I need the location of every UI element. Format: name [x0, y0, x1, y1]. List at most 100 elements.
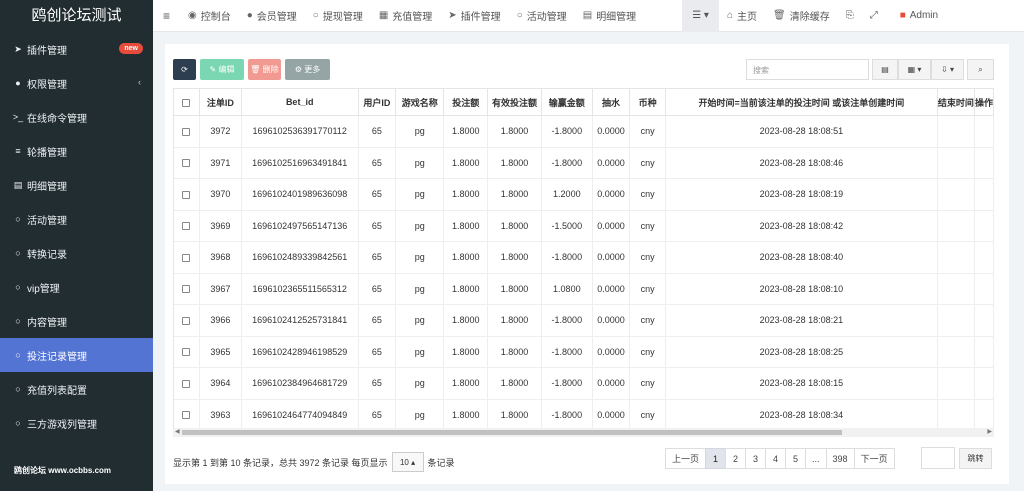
sidebar-item-10[interactable]: ○ 充值列表配置 — [0, 372, 153, 406]
table-row[interactable]: 3970 1696102401989636098 65 pg 1.8000 1.8000 1… — [174, 178, 994, 211]
more-button[interactable]: ⚙ 更多 — [285, 59, 330, 80]
table-cell: 1.0800 — [541, 273, 593, 305]
table-row[interactable]: 3968 1696102489339842561 65 pg 1.8000 1.8000-… — [174, 241, 994, 274]
row-checkbox[interactable] — [182, 285, 191, 294]
row-checkbox[interactable] — [182, 127, 191, 136]
page-button[interactable]: ... — [805, 448, 827, 469]
row-checkbox[interactable] — [182, 222, 191, 231]
row-checkbox[interactable] — [182, 348, 191, 357]
sidebar-item-0[interactable]: ➤ 插件管理 new — [0, 32, 153, 66]
home-link[interactable]: ⌂ 主页 — [719, 0, 765, 32]
column-header[interactable]: 币种 — [629, 88, 666, 116]
table-row[interactable]: 3963 1696102464774094849 65 pg 1.8000 1.8000-… — [174, 399, 994, 428]
table-cell: 1.8000 — [487, 178, 542, 211]
top-nav-item-2[interactable]: ○ 提现管理 — [305, 0, 371, 32]
top-nav-item-5[interactable]: ○ 活动管理 — [509, 0, 575, 32]
list-menu-button[interactable]: ☰ ▾ — [682, 0, 719, 32]
column-header[interactable]: 有效投注额 — [487, 88, 542, 116]
table-row[interactable]: 3969 1696102497565147136 65 pg 1.8000 1.8000-… — [174, 210, 994, 242]
row-select-cell — [174, 336, 200, 368]
sidebar-item-5[interactable]: ○ 活动管理 — [0, 202, 153, 236]
language-button[interactable]: ⎘ — [838, 0, 862, 32]
top-nav-item-0[interactable]: ◉ 控制台 — [180, 0, 239, 32]
scroll-left-icon[interactable]: ◀ — [175, 428, 180, 437]
page-button[interactable]: 2 — [725, 448, 747, 469]
sidebar-item-6[interactable]: ○ 转换记录 — [0, 236, 153, 270]
table-cell: 1696102365511565312 — [241, 273, 359, 305]
export-button[interactable]: ⇩ ▾ — [931, 59, 964, 80]
row-checkbox[interactable] — [182, 190, 191, 199]
table-row[interactable]: 3967 1696102365511565312 65 pg 1.8000 1.8000 1… — [174, 273, 994, 305]
table-cell: 65 — [358, 210, 397, 242]
column-header[interactable]: 游戏名称 — [395, 88, 445, 116]
sidebar-item-3[interactable]: ≡ 轮播管理 — [0, 134, 153, 168]
sidebar-item-icon: ○ — [15, 316, 21, 326]
table-row[interactable]: 3971 1696102516963491841 65 pg 1.8000 1.8000-… — [174, 147, 994, 179]
page-size-select[interactable]: 10 ▴ — [391, 452, 424, 472]
page-button[interactable]: 1 — [705, 448, 727, 469]
page-button[interactable]: 398 — [825, 448, 855, 469]
sidebar-item-2[interactable]: >_ 在线命令管理 — [0, 100, 153, 134]
row-checkbox[interactable] — [182, 316, 191, 325]
sidebar-item-9[interactable]: ○ 投注记录管理 — [0, 338, 153, 372]
select-all-checkbox[interactable] — [182, 98, 191, 107]
search-toggle-button[interactable]: ⌕ — [967, 59, 994, 80]
table-row[interactable]: 3965 1696102428946198529 65 pg 1.8000 1.8000-… — [174, 336, 994, 368]
column-header[interactable]: 输赢金额 — [541, 88, 593, 116]
top-nav-item-3[interactable]: ▦ 充值管理 — [371, 0, 440, 32]
column-view-button[interactable]: ▤ — [872, 59, 898, 80]
next-page-button[interactable]: 下一页 — [853, 448, 895, 469]
row-checkbox[interactable] — [182, 253, 191, 262]
table-cell: cny — [629, 241, 666, 274]
row-checkbox[interactable] — [182, 159, 191, 168]
prev-page-button[interactable]: 上一页 — [665, 448, 707, 469]
column-header[interactable]: 结束时间 — [937, 88, 975, 116]
horizontal-scrollbar[interactable]: ◀ ▶ — [173, 428, 994, 437]
search-input[interactable]: 搜索 — [746, 59, 869, 80]
admin-user-menu[interactable]: ■ Admin — [886, 0, 946, 32]
top-nav-label: 会员管理 — [256, 12, 297, 23]
row-select-cell — [174, 367, 200, 400]
clear-cache-button[interactable]: 🗑 清除缓存 — [765, 0, 838, 32]
delete-button[interactable]: 🗑 删除 — [248, 59, 281, 80]
top-nav-item-4[interactable]: ➤ 插件管理 — [440, 0, 508, 32]
edit-button[interactable]: ✎ 编辑 — [200, 59, 244, 80]
page-button[interactable]: 4 — [765, 448, 787, 469]
scroll-right-icon[interactable]: ▶ — [987, 428, 992, 437]
column-header[interactable]: 开始时间=当前该注单的投注时间 或该注单创建时间 — [665, 88, 938, 116]
row-select-cell — [174, 241, 200, 274]
column-header[interactable]: 抽水 — [592, 88, 631, 116]
scrollbar-thumb[interactable] — [182, 430, 842, 435]
sidebar-item-7[interactable]: ○ vip管理 — [0, 270, 153, 304]
column-header[interactable]: 投注额 — [443, 88, 489, 116]
page-scrollbar[interactable] — [1016, 32, 1024, 491]
sidebar-item-4[interactable]: ▤ 明细管理 — [0, 168, 153, 202]
column-header[interactable]: 注单ID — [199, 88, 242, 116]
table-row[interactable]: 3972 1696102536391770112 65 pg 1.8000 1.8000-… — [174, 115, 994, 148]
top-nav-item-1[interactable]: ● 会员管理 — [239, 0, 305, 32]
page-button[interactable]: 3 — [745, 448, 767, 469]
column-header[interactable]: 用户ID — [358, 88, 397, 116]
row-checkbox[interactable] — [182, 411, 191, 420]
table-row[interactable]: 3966 1696102412525731841 65 pg 1.8000 1.8000-… — [174, 304, 994, 337]
end-time-cell — [937, 399, 975, 428]
table-cell: 3967 — [199, 273, 242, 305]
sidebar-item-label: 插件管理 — [27, 45, 67, 57]
table-cell: 65 — [358, 115, 397, 148]
refresh-button[interactable]: ⟳ — [173, 59, 196, 80]
column-header[interactable]: Bet_id — [241, 88, 359, 116]
top-nav-item-6[interactable]: ▤ 明细管理 — [575, 0, 644, 32]
menu-toggle-button[interactable]: ≡ — [153, 0, 180, 32]
sidebar-item-11[interactable]: ○ 三方游戏列管理 — [0, 406, 153, 440]
grid-toggle-button[interactable]: ▦ ▾ — [898, 59, 931, 80]
jump-button[interactable]: 跳转 — [959, 448, 992, 469]
jump-page-input[interactable] — [921, 447, 955, 469]
column-header[interactable]: 操作 — [974, 88, 994, 116]
sidebar-item-1[interactable]: ● 权限管理 ‹ — [0, 66, 153, 100]
row-checkbox[interactable] — [182, 379, 191, 388]
pagination-info: 显示第 1 到第 10 条记录，总共 3972 条记录 每页显示 10 ▴ 条记… — [173, 452, 455, 472]
page-button[interactable]: 5 — [785, 448, 807, 469]
table-row[interactable]: 3964 1696102384964681729 65 pg 1.8000 1.8000-… — [174, 367, 994, 400]
fullscreen-button[interactable]: ⤢ — [862, 0, 886, 32]
sidebar-item-8[interactable]: ○ 内容管理 — [0, 304, 153, 338]
